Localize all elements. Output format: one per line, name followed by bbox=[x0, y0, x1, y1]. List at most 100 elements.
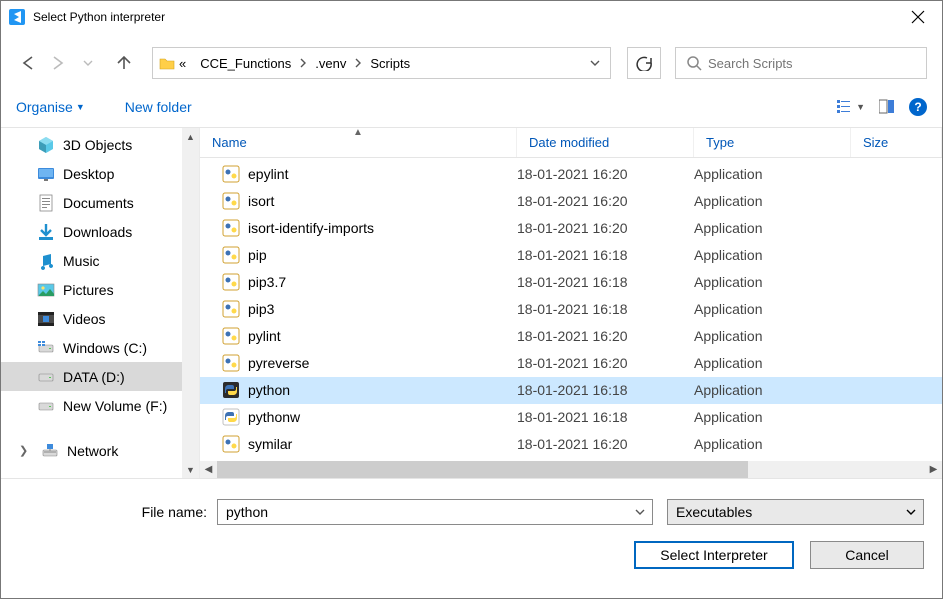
history-dropdown[interactable] bbox=[76, 51, 100, 75]
organise-menu[interactable]: Organise▼ bbox=[16, 99, 85, 115]
file-date: 18-01-2021 16:18 bbox=[517, 409, 694, 425]
filename-label: File name: bbox=[1, 504, 217, 520]
file-name: symilar bbox=[248, 436, 292, 452]
address-dropdown[interactable] bbox=[580, 48, 610, 78]
help-button[interactable]: ? bbox=[909, 98, 927, 116]
sidebar-item[interactable]: Videos bbox=[1, 304, 182, 333]
file-date: 18-01-2021 16:20 bbox=[517, 193, 694, 209]
file-row[interactable]: pylint 18-01-2021 16:20 Application bbox=[200, 323, 942, 350]
breadcrumb-item-1[interactable]: .venv bbox=[315, 48, 370, 78]
refresh-button[interactable] bbox=[627, 47, 661, 79]
file-row[interactable]: python 18-01-2021 16:18 Application bbox=[200, 377, 942, 404]
address-bar[interactable]: « CCE_Functions .venv Scripts bbox=[152, 47, 611, 79]
breadcrumb-overflow[interactable]: « bbox=[179, 48, 200, 78]
column-label: Size bbox=[863, 135, 888, 150]
filename-input[interactable] bbox=[218, 504, 628, 520]
scroll-track[interactable] bbox=[217, 461, 925, 478]
sidebar-item[interactable]: Music bbox=[1, 246, 182, 275]
sidebar-item[interactable]: Pictures bbox=[1, 275, 182, 304]
scroll-thumb[interactable] bbox=[217, 461, 748, 478]
scroll-up-button[interactable]: ▲ bbox=[182, 128, 199, 145]
scroll-right-button[interactable]: ▶ bbox=[925, 461, 942, 478]
file-date: 18-01-2021 16:20 bbox=[517, 328, 694, 344]
preview-pane-toggle[interactable] bbox=[879, 99, 895, 115]
sidebar-item[interactable]: 3D Objects bbox=[1, 130, 182, 159]
filename-history-dropdown[interactable] bbox=[628, 500, 652, 524]
dropdown-caret-icon: ▼ bbox=[854, 102, 865, 112]
sidebar-item-label: Windows (C:) bbox=[63, 340, 147, 356]
column-header-type[interactable]: Type bbox=[694, 128, 851, 157]
breadcrumb-item-0[interactable]: CCE_Functions bbox=[200, 48, 315, 78]
cancel-button[interactable]: Cancel bbox=[810, 541, 924, 569]
sidebar-item[interactable]: Windows (C:) bbox=[1, 333, 182, 362]
up-button[interactable] bbox=[112, 51, 136, 75]
sidebar-item-network[interactable]: ❯ Network bbox=[1, 436, 182, 465]
sidebar-item-label: New Volume (F:) bbox=[63, 398, 167, 414]
chevron-down-icon bbox=[634, 507, 646, 517]
titlebar: Select Python interpreter bbox=[1, 1, 942, 33]
column-header-date[interactable]: Date modified bbox=[517, 128, 694, 157]
file-row[interactable]: pip3 18-01-2021 16:18 Application bbox=[200, 296, 942, 323]
file-row[interactable]: isort 18-01-2021 16:20 Application bbox=[200, 188, 942, 215]
scroll-thumb[interactable] bbox=[182, 145, 199, 461]
sidebar-item[interactable]: Documents bbox=[1, 188, 182, 217]
file-name: python bbox=[248, 382, 290, 398]
file-name: epylint bbox=[248, 166, 288, 182]
sidebar-item-label: Network bbox=[67, 443, 118, 459]
view-options-button[interactable]: ▼ bbox=[836, 99, 865, 115]
column-headers: ▲ Name Date modified Type Size bbox=[200, 128, 942, 158]
search-box[interactable] bbox=[675, 47, 927, 79]
file-row[interactable]: epylint 18-01-2021 16:20 Application bbox=[200, 161, 942, 188]
sidebar-item-icon bbox=[37, 223, 55, 241]
file-date: 18-01-2021 16:20 bbox=[517, 355, 694, 371]
file-row[interactable]: isort-identify-imports 18-01-2021 16:20 … bbox=[200, 215, 942, 242]
organise-label: Organise bbox=[16, 99, 73, 115]
search-input[interactable] bbox=[708, 56, 926, 71]
file-row[interactable]: pyreverse 18-01-2021 16:20 Application bbox=[200, 350, 942, 377]
sidebar-item-label: 3D Objects bbox=[63, 137, 132, 153]
sidebar-item-label: Pictures bbox=[63, 282, 114, 298]
file-name: isort bbox=[248, 193, 274, 209]
sidebar-item-icon bbox=[37, 368, 55, 386]
sidebar-item-icon bbox=[37, 339, 55, 357]
sidebar-item-icon bbox=[37, 281, 55, 299]
column-label: Date modified bbox=[529, 135, 609, 150]
filetype-select[interactable]: Executables bbox=[667, 499, 924, 525]
breadcrumb-item-2[interactable]: Scripts bbox=[370, 48, 410, 78]
back-button[interactable] bbox=[16, 51, 40, 75]
column-header-size[interactable]: Size bbox=[851, 128, 942, 157]
folder-icon bbox=[159, 55, 175, 71]
file-type: Application bbox=[694, 166, 851, 182]
sidebar-item[interactable]: DATA (D:) bbox=[1, 362, 182, 391]
horizontal-scrollbar[interactable]: ◀ ▶ bbox=[200, 461, 942, 478]
column-header-name[interactable]: ▲ Name bbox=[200, 128, 517, 157]
scroll-left-button[interactable]: ◀ bbox=[200, 461, 217, 478]
sidebar-item[interactable]: Downloads bbox=[1, 217, 182, 246]
file-name: pythonw bbox=[248, 409, 300, 425]
sidebar-scrollbar[interactable]: ▲ ▼ bbox=[182, 128, 199, 478]
file-rows: easy_install-3.7 18-01-2021 16:18 Applic… bbox=[200, 158, 942, 458]
sidebar-item-label: Documents bbox=[63, 195, 134, 211]
file-row[interactable]: pip3.7 18-01-2021 16:18 Application bbox=[200, 269, 942, 296]
select-interpreter-button[interactable]: Select Interpreter bbox=[634, 541, 794, 569]
chevron-down-icon bbox=[589, 58, 601, 68]
forward-button[interactable] bbox=[46, 51, 70, 75]
new-folder-button[interactable]: New folder bbox=[125, 99, 192, 115]
arrow-right-icon bbox=[48, 53, 68, 73]
file-name: pip3.7 bbox=[248, 274, 286, 290]
file-icon bbox=[222, 219, 240, 237]
sidebar-item[interactable]: New Volume (F:) bbox=[1, 391, 182, 420]
file-type: Application bbox=[694, 436, 851, 452]
scroll-down-button[interactable]: ▼ bbox=[182, 461, 199, 478]
file-row[interactable]: pythonw 18-01-2021 16:18 Application bbox=[200, 404, 942, 431]
file-name: pylint bbox=[248, 328, 281, 344]
file-date: 18-01-2021 16:20 bbox=[517, 436, 694, 452]
sidebar-item-label: Music bbox=[63, 253, 100, 269]
file-row[interactable]: pip 18-01-2021 16:18 Application bbox=[200, 242, 942, 269]
file-type: Application bbox=[694, 301, 851, 317]
file-row[interactable]: symilar 18-01-2021 16:20 Application bbox=[200, 431, 942, 458]
sidebar-item[interactable]: Desktop bbox=[1, 159, 182, 188]
close-button[interactable] bbox=[895, 2, 940, 32]
button-row: Select Interpreter Cancel bbox=[1, 533, 942, 569]
sidebar-item-icon bbox=[37, 194, 55, 212]
